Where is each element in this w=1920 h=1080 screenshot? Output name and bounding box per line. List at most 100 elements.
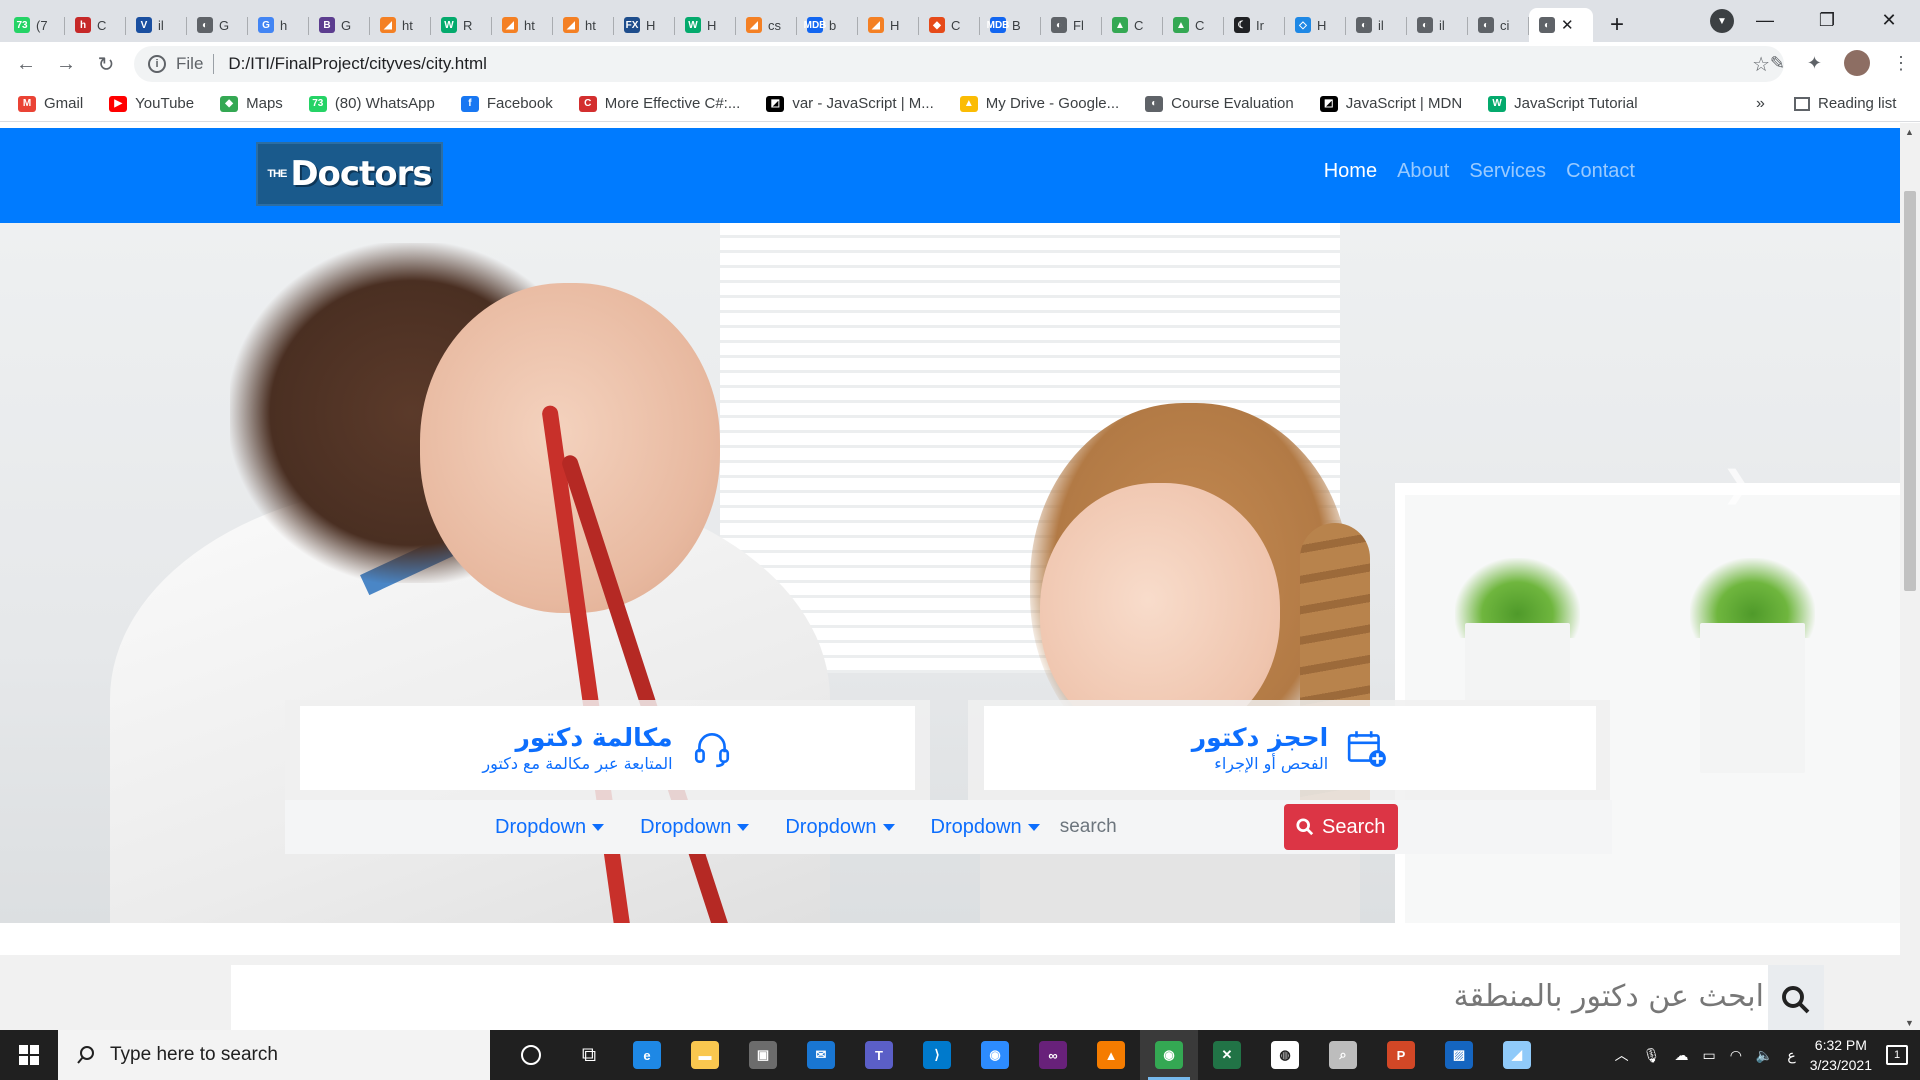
tab-active[interactable]: ◐ ✕ [1529,8,1593,42]
taskbar-app-photos[interactable]: ▨ [1430,1030,1488,1080]
bookmark-star-icon[interactable]: ☆ [1752,52,1770,77]
menu-icon[interactable]: ⋮ [1892,53,1910,74]
volume-icon[interactable]: 🔈 [1756,1047,1773,1064]
profile-avatar[interactable] [1844,50,1870,76]
taskbar-search[interactable]: Type here to search [58,1030,490,1080]
bookmark-item[interactable]: W JavaScript Tutorial [1488,95,1638,112]
clock[interactable]: 6:32 PM 3/23/2021 [1810,1035,1872,1075]
browser-tab[interactable]: WH [675,8,736,42]
nav-contact[interactable]: Contact [1566,160,1635,183]
browser-tab[interactable]: Vil [126,8,187,42]
area-search-icon[interactable] [1768,965,1824,1030]
area-search-input[interactable]: ابحث عن دكتور بالمنطقة [231,965,1824,1030]
taskbar-app-store[interactable]: ▣ [734,1030,792,1080]
dropdown-1[interactable]: Dropdown [495,816,605,839]
taskbar-app-visual-studio[interactable]: ∞ [1024,1030,1082,1080]
task-view-icon[interactable]: ⧉ [560,1030,618,1080]
bookmark-item[interactable]: f Facebook [460,95,553,112]
browser-tab[interactable]: ◢ ht [492,8,553,42]
minimize-icon[interactable]: — [1734,10,1796,31]
browser-tab[interactable]: WR [431,8,492,42]
extensions-icon[interactable]: ✦ [1807,53,1822,74]
new-tab-button[interactable]: + [1599,8,1635,42]
reload-icon[interactable]: ↻ [86,52,126,77]
browser-tab[interactable]: ▲ C [1102,8,1163,42]
taskbar-app-file-explorer[interactable]: ▬ [676,1030,734,1080]
bookmark-item[interactable]: ◆ Maps [220,95,283,112]
bookmark-item[interactable]: ◩ JavaScript | MDN [1319,95,1462,112]
url-text[interactable]: D:/ITI/FinalProject/cityves/city.html [228,54,487,74]
onedrive-icon[interactable]: ☁ [1674,1047,1688,1064]
taskbar-app-powerpoint[interactable]: P [1372,1030,1430,1080]
taskbar-app-mail[interactable]: ✉ [792,1030,850,1080]
tray-chevron-icon[interactable]: ︿ [1615,1045,1629,1065]
nav-about[interactable]: About [1397,160,1449,183]
bookmark-item[interactable]: ◩ var - JavaScript | M... [766,95,934,112]
taskbar-app-vlc[interactable]: ▲ [1082,1030,1140,1080]
taskbar-app-excel-tool[interactable]: ✕ [1198,1030,1256,1080]
bookmarks-overflow[interactable]: » [1756,95,1765,113]
scroll-up-icon[interactable]: ▲ [1905,127,1914,137]
bookmark-item[interactable]: ▶ YouTube [109,95,194,112]
taskbar-app-edge[interactable]: e [618,1030,676,1080]
browser-tab[interactable]: BG [309,8,370,42]
bookmark-item[interactable]: 73 (80) WhatsApp [308,95,435,112]
back-icon[interactable]: ← [6,53,46,76]
site-logo[interactable]: THE Doctors [256,142,443,206]
browser-tab[interactable]: ◢ ht [370,8,431,42]
browser-tab[interactable]: hC [65,8,126,42]
nav-services[interactable]: Services [1469,160,1546,183]
browser-tab[interactable]: ◆ C [919,8,980,42]
page-scrollbar[interactable]: ▲ ▼ [1900,123,1920,1030]
wifi-icon[interactable]: ◠ [1730,1047,1742,1064]
browser-tab[interactable]: MDB B [980,8,1041,42]
browser-tab[interactable]: ◐ Fl [1041,8,1102,42]
browser-tab[interactable]: ◐ ci [1468,8,1529,42]
dropdown-4[interactable]: Dropdown [931,816,1040,839]
bookmark-item[interactable]: ▲ My Drive - Google... [959,95,1119,112]
info-icon[interactable]: i [148,55,166,73]
taskbar-app-notes[interactable]: ◢ [1488,1030,1546,1080]
close-tab-icon[interactable]: ✕ [1561,16,1574,34]
browser-tab[interactable]: MDB b [797,8,858,42]
language-indicator[interactable]: ع [1787,1047,1795,1064]
browser-tab[interactable]: ◢ ht [553,8,614,42]
card-book-doctor[interactable]: احجز دكتور الفحص أو الإجراء [984,706,1596,790]
dropdown-3[interactable]: Dropdown [785,816,895,839]
scroll-thumb[interactable] [1904,191,1916,591]
bookmark-item[interactable]: C More Effective C#:... [578,95,740,112]
carousel-next-icon[interactable]: ❯ [1722,463,1752,505]
browser-tab[interactable]: ◢ H [858,8,919,42]
notifications-icon[interactable]: 1 [1886,1045,1908,1065]
card-call-doctor[interactable]: مكالمة دكتور المتابعة عبر مكالمة مع دكتو… [300,706,915,790]
taskbar-app-teams[interactable]: T [850,1030,908,1080]
tab-search-icon[interactable]: ▼ [1710,9,1734,33]
browser-tab[interactable]: 73 (7 [4,8,65,42]
search-input[interactable]: search [1054,805,1284,849]
taskbar-app-zoom[interactable]: ◉ [966,1030,1024,1080]
cortana-icon[interactable] [502,1030,560,1080]
browser-tab[interactable]: ▲ C [1163,8,1224,42]
nav-home[interactable]: Home [1324,160,1377,183]
browser-tab[interactable]: Gh [248,8,309,42]
bookmark-item[interactable]: M Gmail [18,95,83,112]
battery-icon[interactable]: ▭ [1702,1047,1715,1064]
scroll-down-icon[interactable]: ▼ [1905,1018,1914,1028]
search-button[interactable]: Search [1283,804,1398,850]
browser-tab[interactable]: ◢ cs [736,8,797,42]
forward-icon[interactable]: → [46,53,86,76]
browser-tab[interactable]: ◐ G [187,8,248,42]
taskbar-app-chrome[interactable]: ◉ [1140,1030,1198,1080]
browser-tab[interactable]: ◐ il [1407,8,1468,42]
omnibox[interactable]: i File D:/ITI/FinalProject/cityves/city.… [134,46,1784,82]
browser-tab[interactable]: ◇ H [1285,8,1346,42]
dropdown-2[interactable]: Dropdown [640,816,750,839]
reading-list-button[interactable]: Reading list [1794,95,1896,112]
browser-tab[interactable]: FX H [614,8,675,42]
browser-tab[interactable]: ◐ il [1346,8,1407,42]
close-window-icon[interactable]: ✕ [1858,10,1920,31]
start-button[interactable] [0,1030,58,1080]
taskbar-app-vs-code[interactable]: ⟩ [908,1030,966,1080]
microphone-icon[interactable]: 🎙 [1643,1047,1661,1064]
bookmark-item[interactable]: ◐ Course Evaluation [1145,95,1294,112]
